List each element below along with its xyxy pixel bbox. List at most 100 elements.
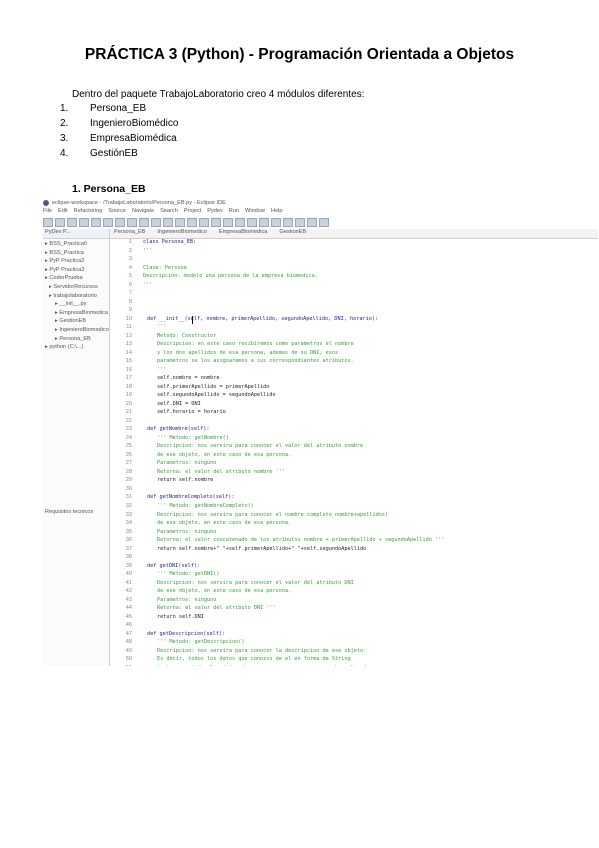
toolbar (43, 217, 598, 227)
explorer-item-label: ServidorRecursos (53, 283, 98, 290)
toolbar-button-icon[interactable] (127, 217, 137, 227)
explorer-item[interactable]: ▸ EmpresaBiomedica (43, 310, 109, 319)
code-line: 22 (110, 418, 598, 427)
code-text: def __init__(self, nombre, primerApellid… (147, 315, 379, 322)
toolbar-button-icon[interactable] (259, 217, 269, 227)
code-text: Clase: Persona (143, 264, 187, 271)
toolbar-button-icon[interactable] (283, 217, 293, 227)
explorer-item[interactable]: ▸ BSS_Practica (43, 250, 109, 259)
code-line: 30 (110, 486, 598, 495)
menu-item[interactable]: Project (184, 208, 201, 214)
editor-tab[interactable]: Persona_EB (114, 229, 145, 238)
page-title: PRÁCTICA 3 (Python) - Programación Orien… (84, 46, 515, 63)
code-line: 44 Retorna: el valor del atributo DNI ''' (110, 605, 598, 614)
menu-item[interactable]: Refactoring (74, 208, 103, 214)
menu-item[interactable]: Run (229, 208, 239, 214)
menu-item[interactable]: Navigate (132, 208, 154, 214)
editor-tab[interactable]: GestionEB (279, 229, 306, 238)
toolbar-button-icon[interactable] (295, 217, 305, 227)
line-number: 8 (128, 298, 132, 305)
module-list-item: 2. IngenieroBiomédico (60, 118, 178, 133)
toolbar-button-icon[interactable] (151, 217, 161, 227)
code-line: 50 Es decir, todos los datos que conozco … (110, 656, 598, 665)
toolbar-button-icon[interactable] (115, 217, 125, 227)
explorer-item[interactable]: ▸ IngenieroBiomedico (43, 327, 109, 336)
code-text: self.primerApellido = primerApellido (157, 383, 270, 390)
menu-item[interactable]: File (43, 208, 52, 214)
explorer-item[interactable]: ▸ GestionEB (43, 318, 109, 327)
explorer-item-label: PyP Practica2 (49, 258, 85, 265)
code-line: 26 de ese objeto, en este caso de esa per… (110, 452, 598, 461)
toolbar-button-icon[interactable] (67, 217, 77, 227)
code-line: 9 (110, 307, 598, 316)
line-number: 32 (125, 502, 132, 509)
explorer-item[interactable]: ▸ Persona_EB (43, 336, 109, 345)
line-number: 34 (125, 520, 132, 527)
line-number: 40 (125, 571, 132, 578)
explorer-tree: ▸ BSS_Practica0 ▸ BSS_Practica ▸ PyP Pract… (43, 241, 109, 353)
toolbar-button-icon[interactable] (235, 217, 245, 227)
toolbar-button-icon[interactable] (307, 217, 317, 227)
code-line: 17 self.nombre = nombre (110, 375, 598, 384)
code-line: 48 ''' Metodo: getDescripcion() (110, 639, 598, 648)
code-line: 1 class Persona_EB: (110, 239, 598, 248)
explorer-item[interactable]: ▸ BSS_Practica0 (43, 241, 109, 250)
explorer-item[interactable]: ▸ python (C:\...) (43, 344, 109, 353)
line-number: 13 (125, 341, 132, 348)
code-text: return self.DNI (157, 613, 204, 620)
code-line: 38 (110, 554, 598, 563)
code-text: Descripcion: en este caso recibiremos co… (157, 341, 354, 348)
menu-item[interactable]: Source (108, 208, 126, 214)
code-text: Metodo: Constructor (157, 332, 217, 339)
code-line: 34 de ese objeto, en este caso de esa per… (110, 520, 598, 529)
toolbar-button-icon[interactable] (187, 217, 197, 227)
toolbar-button-icon[interactable] (175, 217, 185, 227)
menu-item[interactable]: Pydev (207, 208, 223, 214)
toolbar-button-icon[interactable] (223, 217, 233, 227)
toolbar-button-icon[interactable] (199, 217, 209, 227)
editor-tab[interactable]: IngenieroBiomedico (157, 229, 206, 238)
line-number: 35 (125, 528, 132, 535)
toolbar-button-icon[interactable] (271, 217, 281, 227)
module-list-item: 1. Persona_EB (60, 103, 178, 118)
toolbar-button-icon[interactable] (91, 217, 101, 227)
code-editor[interactable]: Persona_EB IngenieroBiomedico EmpresaBiome… (110, 229, 598, 666)
code-text: class Persona_EB: (143, 239, 197, 245)
explorer-item-label: __init__.py (59, 301, 87, 308)
explorer-footer: Requisitos tecnicos (45, 509, 94, 515)
explorer-item[interactable]: ▸ CoderPrueba (43, 275, 109, 284)
code-text: Parametros: ninguno (157, 528, 217, 535)
code-line: 40 ''' Metodo: getDNI() (110, 571, 598, 580)
toolbar-button-icon[interactable] (211, 217, 221, 227)
explorer-item[interactable]: ▸ ServidorRecursos (43, 284, 109, 293)
code-text: Es decir, todos los datos que conozco de… (157, 656, 351, 663)
explorer-item[interactable]: ▸ PyP Practica3 (43, 267, 109, 276)
code-line: 27 Parametros: ninguno (110, 460, 598, 469)
toolbar-button-icon[interactable] (319, 217, 329, 227)
code-line: 16 ''' (110, 367, 598, 376)
code-line: 29 return self.nombre (110, 477, 598, 486)
menu-item[interactable]: Search (160, 208, 178, 214)
toolbar-button-icon[interactable] (103, 217, 113, 227)
toolbar-button-icon[interactable] (139, 217, 149, 227)
toolbar-button-icon[interactable] (55, 217, 65, 227)
toolbar-button-icon[interactable] (247, 217, 257, 227)
explorer-item[interactable]: ▸ trabajolaboratorio (43, 293, 109, 302)
explorer-item[interactable]: ▸ PyP Practica2 (43, 258, 109, 267)
menu-item[interactable]: Help (271, 208, 283, 214)
toolbar-button-icon[interactable] (79, 217, 89, 227)
code-line: 20 self.DNI = DNI (110, 401, 598, 410)
code-line: 6 ''' (110, 282, 598, 291)
package-explorer: PyDev P... ▸ BSS_Practica0 ▸ BSS_Practica… (43, 229, 110, 666)
menu-item[interactable]: Window (245, 208, 265, 214)
menu-item[interactable]: Edit (58, 208, 68, 214)
code-line: 31 def getNombreCompleto(self): (110, 494, 598, 503)
code-area[interactable]: 1 class Persona_EB: 2 ''' 3 4 Clase: Persona 5 D… (110, 239, 598, 666)
toolbar-button-icon[interactable] (43, 217, 53, 227)
line-number: 3 (128, 256, 132, 263)
explorer-item[interactable]: ▸ __init__.py (43, 301, 109, 310)
toolbar-button-icon[interactable] (163, 217, 173, 227)
editor-tab[interactable]: EmpresaBiomedica (219, 229, 268, 238)
explorer-tab[interactable]: PyDev P... (43, 229, 109, 239)
